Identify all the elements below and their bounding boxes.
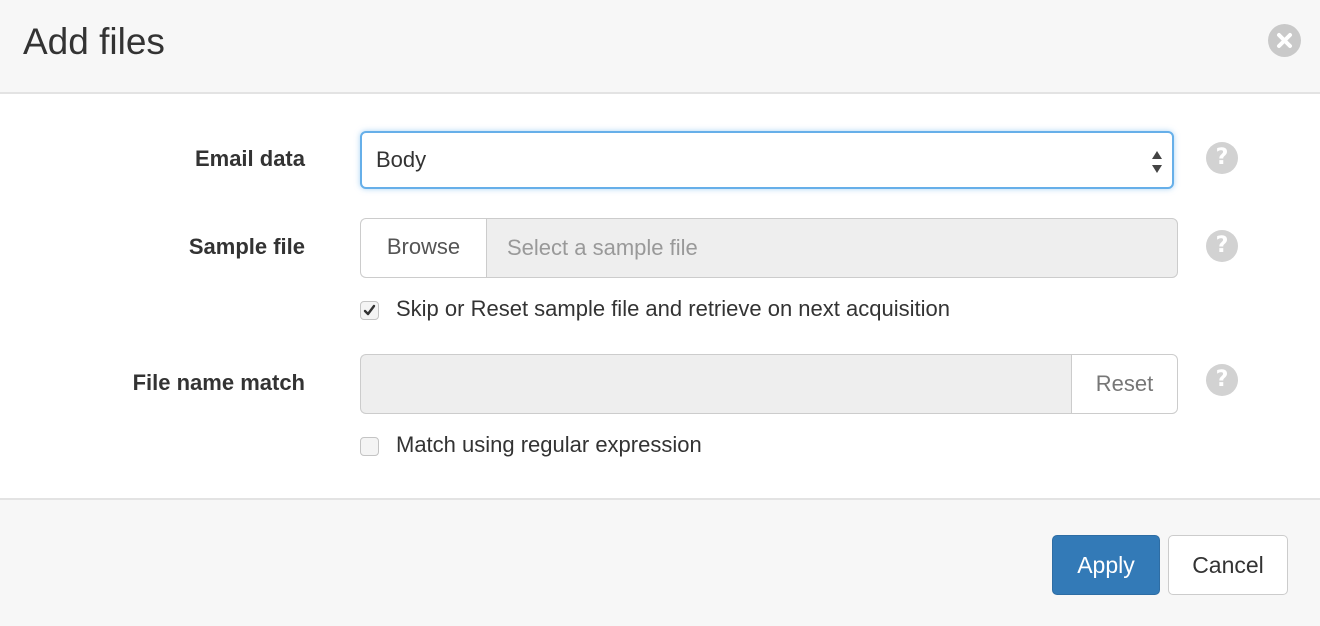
checkmark-icon — [363, 304, 376, 316]
email-data-label: Email data — [194, 146, 305, 171]
close-button[interactable] — [1268, 24, 1301, 57]
close-icon — [1277, 33, 1292, 48]
skip-reset-checkbox[interactable] — [360, 301, 379, 320]
regex-label[interactable]: Match using regular expression — [396, 432, 702, 458]
sample-file-input[interactable]: Select a sample file — [486, 218, 1178, 278]
cancel-button[interactable]: Cancel — [1168, 535, 1288, 595]
dialog-header: Add files — [0, 0, 1320, 94]
reset-button[interactable]: Reset — [1071, 354, 1178, 414]
file-name-match-label: File name match — [132, 370, 305, 395]
email-data-help-icon[interactable]: ? — [1206, 142, 1238, 174]
sample-file-help-icon[interactable]: ? — [1206, 230, 1238, 262]
sample-file-label: Sample file — [188, 234, 305, 259]
dialog-title: Add files — [23, 21, 165, 62]
regex-checkbox[interactable] — [360, 437, 379, 456]
skip-reset-label[interactable]: Skip or Reset sample file and retrieve o… — [396, 296, 950, 322]
email-data-selected-value: Body — [376, 147, 427, 172]
file-name-match-help-icon[interactable]: ? — [1206, 364, 1238, 396]
apply-button[interactable]: Apply — [1052, 535, 1160, 595]
dialog-footer: Apply Cancel — [0, 498, 1320, 626]
browse-button[interactable]: Browse — [360, 218, 486, 278]
file-name-match-input[interactable] — [360, 354, 1072, 414]
dialog-body: Email data Body ? Sample file Browse Sel… — [0, 94, 1320, 498]
sort-arrows-icon — [1152, 151, 1162, 173]
email-data-select[interactable]: Body — [360, 131, 1174, 189]
